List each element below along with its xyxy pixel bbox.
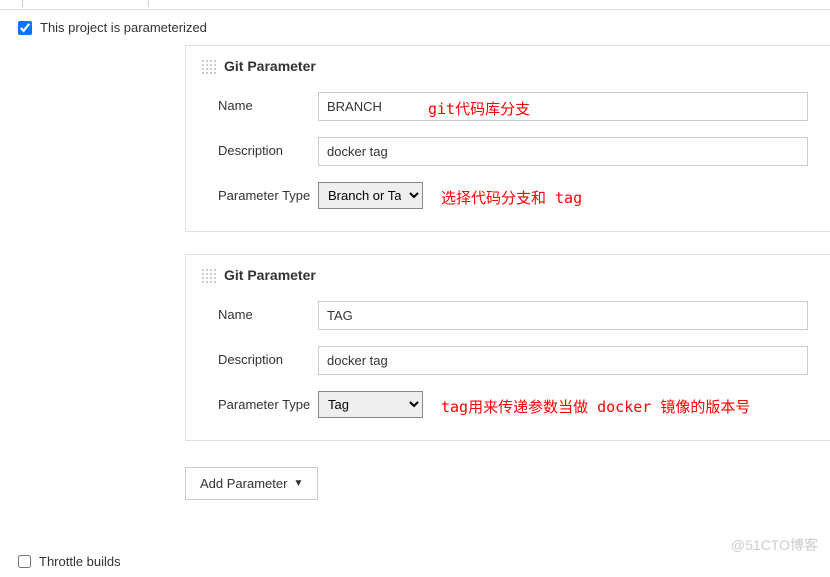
description-input[interactable] — [318, 346, 808, 375]
project-parameterized-row: This project is parameterized — [0, 10, 830, 45]
param-header: Git Parameter — [200, 58, 830, 84]
label-name: Name — [218, 92, 318, 113]
watermark: @51CTO博客 — [731, 535, 818, 555]
annotation-type: tag用来传递参数当做 docker 镜像的版本号 — [423, 391, 750, 418]
parameter-type-select[interactable]: Tag — [318, 391, 423, 418]
label-name: Name — [218, 301, 318, 322]
throttle-builds-row: Throttle builds — [0, 548, 139, 575]
project-parameterized-checkbox[interactable] — [18, 21, 32, 35]
drag-handle-icon[interactable] — [200, 267, 216, 283]
parameter-type-select[interactable]: Branch or Tag — [318, 182, 423, 209]
add-parameter-button[interactable]: Add Parameter ▼ — [185, 467, 318, 500]
annotation-type: 选择代码分支和 tag — [423, 182, 582, 209]
field-row-type: Parameter Type Branch or Tag 选择代码分支和 tag — [200, 174, 830, 217]
field-row-name: Name git代码库分支 — [200, 84, 830, 129]
add-parameter-label: Add Parameter — [200, 476, 287, 491]
section-tabs: GitLab connection — [0, 0, 830, 10]
label-description: Description — [218, 346, 318, 367]
label-type: Parameter Type — [218, 182, 318, 203]
parameters-area: Git Parameter Name git代码库分支 Description … — [0, 45, 830, 500]
field-row-type: Parameter Type Tag tag用来传递参数当做 docker 镜像… — [200, 383, 830, 426]
label-type: Parameter Type — [218, 391, 318, 412]
tab-gitlab-connection[interactable]: GitLab connection — [22, 0, 149, 7]
field-row-name: Name — [200, 293, 830, 338]
param-title: Git Parameter — [224, 58, 316, 74]
param-header: Git Parameter — [200, 267, 830, 293]
param-block: Git Parameter Name git代码库分支 Description … — [185, 45, 830, 232]
field-row-description: Description — [200, 129, 830, 174]
name-input[interactable] — [318, 301, 808, 330]
caret-down-icon: ▼ — [293, 478, 303, 489]
project-parameterized-label: This project is parameterized — [40, 20, 207, 35]
drag-handle-icon[interactable] — [200, 58, 216, 74]
description-input[interactable] — [318, 137, 808, 166]
field-row-description: Description — [200, 338, 830, 383]
name-input[interactable] — [318, 92, 808, 121]
add-parameter-row: Add Parameter ▼ — [185, 463, 830, 500]
param-block: Git Parameter Name Description Parameter… — [185, 254, 830, 441]
throttle-builds-label: Throttle builds — [39, 554, 121, 569]
throttle-builds-checkbox[interactable] — [18, 555, 31, 568]
param-title: Git Parameter — [224, 267, 316, 283]
label-description: Description — [218, 137, 318, 158]
